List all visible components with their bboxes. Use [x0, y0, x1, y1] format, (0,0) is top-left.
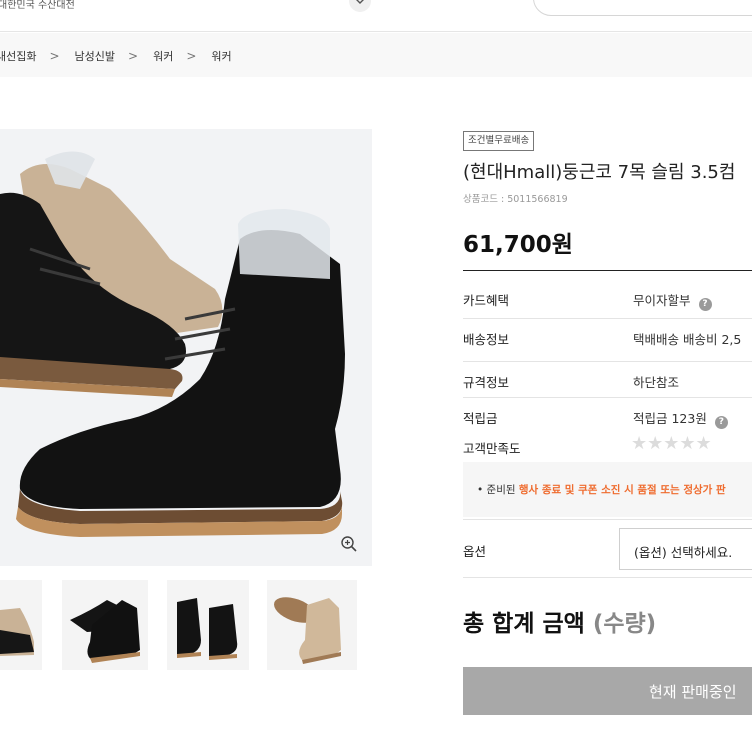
divider	[463, 318, 752, 319]
breadcrumb-item[interactable]: 워커	[211, 48, 231, 64]
thumbnail-beige-boot-sole[interactable]	[267, 580, 357, 670]
divider	[463, 577, 752, 578]
product-title: (현대Hmall)둥근코 7목 슬림 3.5컴	[463, 162, 736, 183]
breadcrumb: 내선집화 > 남성신발 > 워커 > 워커	[0, 48, 232, 64]
total-label: 총 합계 금액	[463, 611, 593, 637]
thumbnail-black-boots-side[interactable]	[167, 580, 249, 670]
top-header: 대한민국 수산대전	[0, 0, 752, 32]
origin-text[interactable]: 대한민국 수산대전	[0, 0, 75, 11]
notice-box: • 준비된 행사 종료 및 쿠폰 소진 시 품절 또는 정상가 판	[463, 462, 752, 517]
breadcrumb-item[interactable]: 워커	[153, 48, 173, 64]
search-input[interactable]	[533, 0, 752, 16]
points-label: 적립금	[463, 411, 498, 426]
breadcrumb-bar: 내선집화 > 남성신발 > 워커 > 워커	[0, 33, 752, 77]
divider	[463, 397, 752, 398]
card-benefit-value: 무이자할부?	[633, 290, 712, 311]
divider	[463, 519, 752, 520]
thumbnail-black-boots-pair[interactable]	[62, 580, 148, 670]
thumbnail-beige-boot[interactable]	[0, 580, 42, 670]
buy-button[interactable]: 현재 판매중인	[463, 667, 752, 715]
option-label: 옵션	[463, 544, 487, 559]
product-code: 상품코드 : 5011566819	[463, 194, 568, 205]
points-value: 적립금 123원?	[633, 408, 728, 429]
breadcrumb-item[interactable]: 남성신발	[75, 48, 115, 64]
shipping-info-label: 배송정보	[463, 332, 510, 347]
total-quantity: (수량)	[592, 611, 657, 637]
shipping-info-value: 택배배송 배송비 2,5	[633, 332, 742, 347]
notice-text: • 준비된 행사 종료 및 쿠폰 소진 시 품절 또는 정상가 판	[477, 482, 726, 497]
zoom-in-icon[interactable]	[340, 535, 358, 553]
spec-info-label: 규격정보	[463, 375, 510, 390]
help-icon[interactable]: ?	[714, 416, 728, 429]
divider	[463, 361, 752, 362]
buy-button-label: 현재 판매중인	[649, 683, 737, 701]
total-amount: 총 합계 금액 (수량)	[463, 604, 656, 638]
divider	[463, 270, 752, 271]
option-select[interactable]: (옵션) 선택하세요.	[619, 528, 752, 570]
rating-stars: ★★★★★	[631, 433, 712, 454]
notice-prefix: • 준비된	[477, 484, 519, 496]
rating-label: 고객만족도	[463, 441, 521, 456]
points-text: 적립금 123원	[633, 411, 707, 426]
card-benefit-text: 무이자할부	[633, 293, 691, 308]
free-shipping-badge: 조건별무료배송	[463, 131, 535, 151]
main-product-image[interactable]	[0, 129, 372, 566]
breadcrumb-item[interactable]: 내선집화	[0, 48, 36, 64]
chevron-down-icon[interactable]	[349, 0, 371, 12]
product-price: 61,700원	[463, 232, 573, 258]
notice-highlight: 행사 종료 및 쿠폰 소진 시 품절 또는 정상가 판	[518, 484, 726, 496]
help-icon[interactable]: ?	[698, 298, 712, 311]
breadcrumb-separator: >	[186, 49, 197, 63]
option-selected-value: (옵션) 선택하세요.	[634, 545, 733, 560]
spec-info-value: 하단참조	[633, 375, 680, 390]
breadcrumb-separator: >	[49, 49, 60, 63]
breadcrumb-separator: >	[128, 49, 139, 63]
card-benefit-label: 카드혜택	[463, 293, 510, 308]
